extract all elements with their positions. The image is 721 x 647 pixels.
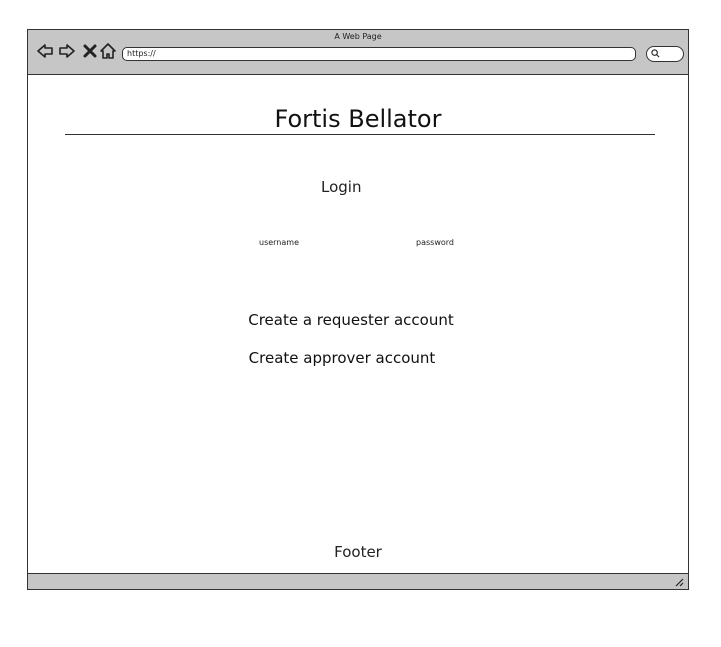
back-arrow-icon[interactable]	[36, 42, 54, 60]
username-label: username	[259, 238, 299, 247]
resize-grip-icon[interactable]	[674, 577, 684, 587]
home-icon[interactable]	[99, 42, 117, 60]
login-heading: Login	[321, 178, 362, 196]
window-title: A Web Page	[334, 32, 382, 41]
browser-window: A Web Page https:// Fortis Bellator Logi…	[27, 29, 689, 590]
search-icon	[651, 49, 660, 58]
status-bar	[28, 573, 688, 589]
create-requester-account-link[interactable]: Create a requester account	[21, 311, 681, 329]
page-title: Fortis Bellator	[274, 105, 442, 133]
url-input[interactable]: https://	[122, 47, 636, 61]
title-divider	[65, 134, 655, 135]
forward-arrow-icon[interactable]	[58, 42, 76, 60]
search-box[interactable]	[646, 46, 684, 62]
password-label: password	[416, 238, 454, 247]
browser-toolbar: A Web Page https://	[28, 30, 688, 75]
footer: Footer	[334, 543, 382, 561]
close-icon[interactable]	[81, 42, 99, 60]
create-approver-account-link[interactable]: Create approver account	[12, 349, 672, 367]
